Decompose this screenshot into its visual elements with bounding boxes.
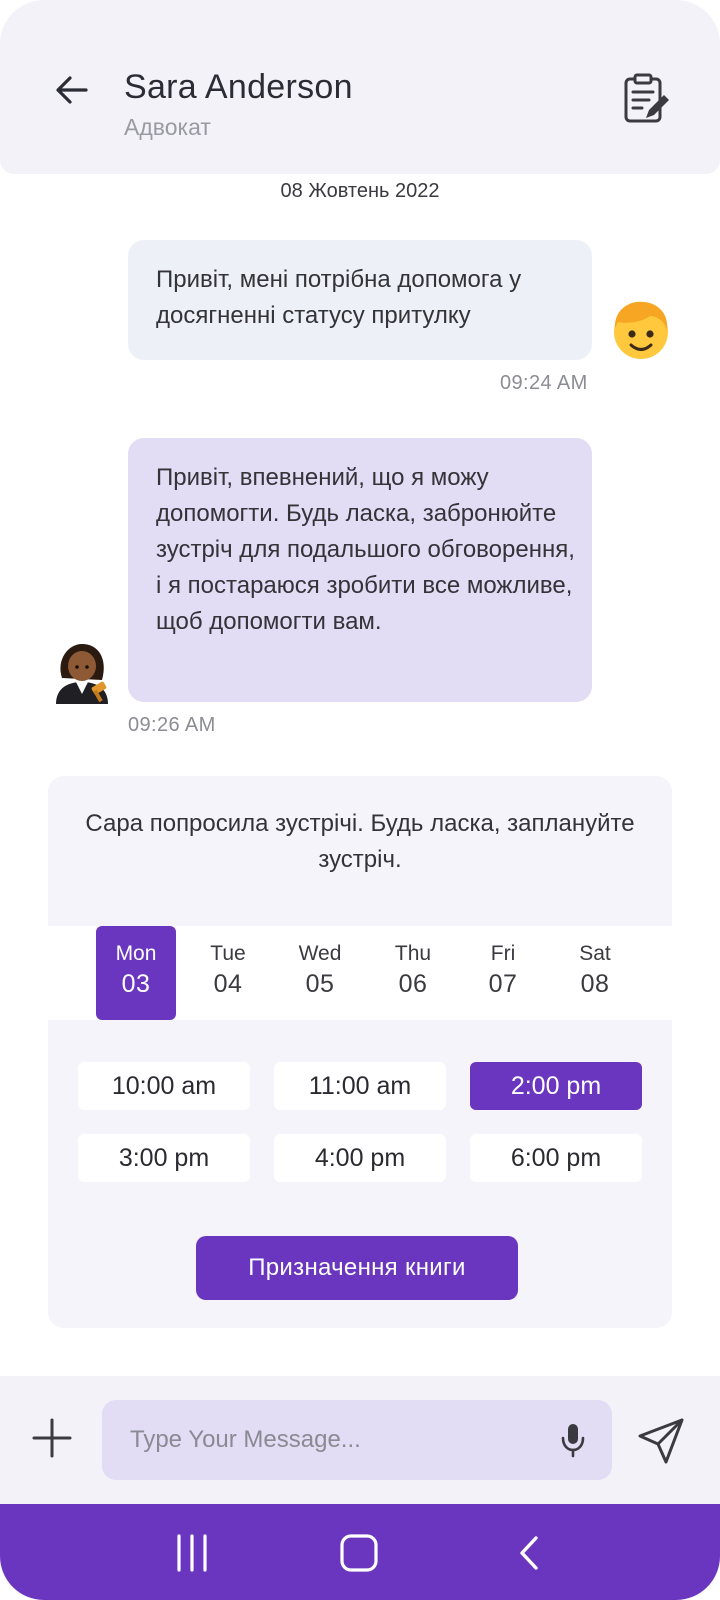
time-slot[interactable]: 10:00 am [78, 1062, 250, 1110]
chat-header: Sara Anderson Адвокат [0, 0, 720, 174]
day-number: 07 [488, 970, 518, 998]
day-number: 04 [213, 970, 243, 998]
system-nav-bar [0, 1504, 720, 1600]
day-option[interactable]: Thu 06 [373, 926, 453, 1020]
home-icon [340, 1534, 378, 1572]
day-number: 08 [580, 970, 610, 998]
day-name: Fri [490, 942, 516, 965]
judge-emoji-icon [56, 644, 108, 704]
booking-card: Сара попросила зустрічі. Будь ласка, зап… [48, 776, 672, 1328]
day-option[interactable]: Fri 07 [463, 926, 543, 1020]
notes-edit-icon [624, 73, 669, 123]
message-input[interactable] [102, 1400, 612, 1480]
user-avatar [606, 294, 676, 364]
time-slot[interactable]: 11:00 am [274, 1062, 446, 1110]
book-appointment-button[interactable]: Призначення книги [196, 1236, 518, 1300]
chat-screen: Sara Anderson Адвокат 08 Жовтень 2022 Пр… [0, 0, 720, 1600]
day-name: Thu [394, 942, 432, 965]
day-name: Sat [579, 942, 611, 965]
day-number: 06 [398, 970, 428, 998]
back-button[interactable] [50, 68, 94, 112]
lawyer-avatar [52, 640, 114, 704]
notes-button[interactable] [622, 72, 672, 126]
send-icon [638, 1418, 684, 1464]
system-back-button[interactable] [514, 1534, 542, 1572]
day-option[interactable]: Sat 08 [555, 926, 635, 1020]
day-option[interactable]: Tue 04 [188, 926, 268, 1020]
day-selector: Mon 03 Tue 04 Wed 05 Thu 06 Fri 07 Sat 0… [48, 926, 672, 1020]
message-bubble-incoming: Привіт, впевнений, що я можу допомогти. … [128, 438, 592, 702]
date-separator: 08 Жовтень 2022 [280, 180, 440, 202]
booking-prompt: Сара попросила зустрічі. Будь ласка, зап… [85, 810, 635, 873]
boy-emoji-icon [614, 301, 668, 359]
day-option[interactable]: Wed 05 [280, 926, 360, 1020]
message-time: 09:24 AM [500, 372, 588, 394]
message-bubble-outgoing: Привіт, мені потрібна допомога у досягне… [128, 240, 592, 360]
day-name: Wed [298, 942, 342, 965]
time-slot[interactable]: 3:00 pm [78, 1134, 250, 1182]
recents-button[interactable] [176, 1534, 208, 1572]
plus-icon [32, 1418, 72, 1458]
message-time: 09:26 AM [128, 714, 216, 736]
message-composer [0, 1376, 720, 1504]
add-attachment-button[interactable] [30, 1416, 74, 1460]
day-name: Tue [210, 942, 246, 965]
back-chevron-icon [520, 1536, 538, 1570]
home-button[interactable] [340, 1534, 378, 1572]
contact-role: Адвокат [124, 114, 211, 140]
day-number: 05 [305, 970, 335, 998]
recents-icon [177, 1534, 207, 1572]
time-slot-selected[interactable]: 2:00 pm [470, 1062, 642, 1110]
contact-name: Sara Anderson [124, 68, 353, 106]
day-option[interactable]: Mon 03 [96, 926, 176, 1020]
day-number: 03 [121, 970, 151, 998]
send-button[interactable] [636, 1416, 686, 1466]
time-slot[interactable]: 4:00 pm [274, 1134, 446, 1182]
time-slot[interactable]: 6:00 pm [470, 1134, 642, 1182]
day-name: Mon [115, 942, 157, 965]
arrow-left-icon [56, 76, 88, 104]
microphone-icon [561, 1424, 585, 1458]
microphone-button[interactable] [560, 1422, 586, 1458]
